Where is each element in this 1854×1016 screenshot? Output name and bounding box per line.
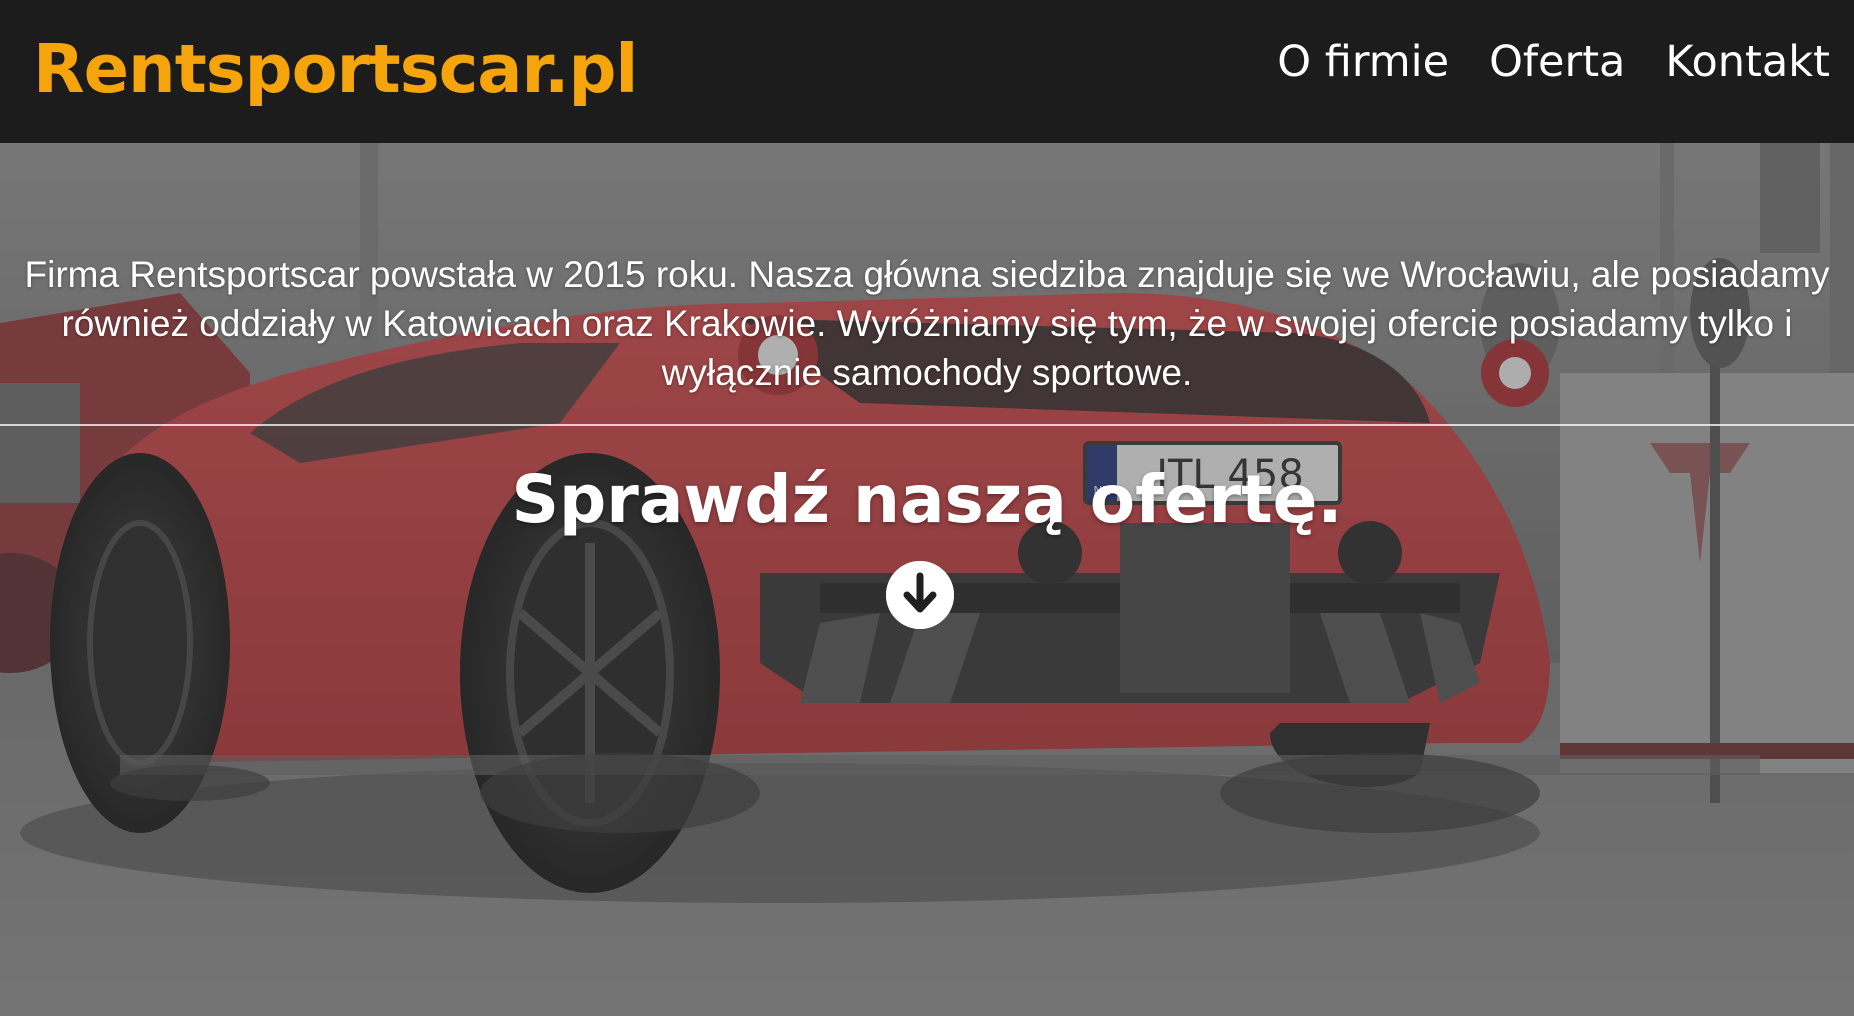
brand-logo-link[interactable]: Rentsportscar.pl [33, 27, 638, 111]
divider [0, 424, 1854, 426]
scroll-down-button[interactable] [886, 561, 954, 629]
nav-link-oferta[interactable]: Oferta [1489, 34, 1625, 90]
site-header: Rentsportscar.pl O firmie Oferta Kontakt [0, 0, 1854, 143]
nav-link-o-firmie[interactable]: O firmie [1277, 34, 1449, 90]
arrow-down-circle-icon [886, 561, 954, 629]
offer-heading: Sprawdź naszą ofertę. [511, 461, 1343, 538]
company-description: Firma Rentsportscar powstała w 2015 roku… [24, 254, 1830, 393]
main-nav: O firmie Oferta Kontakt [1277, 34, 1830, 90]
nav-link-kontakt[interactable]: Kontakt [1665, 34, 1830, 90]
hero-section: ITL 458 NZ Firma Rentsportscar powstała w… [0, 143, 1854, 1016]
